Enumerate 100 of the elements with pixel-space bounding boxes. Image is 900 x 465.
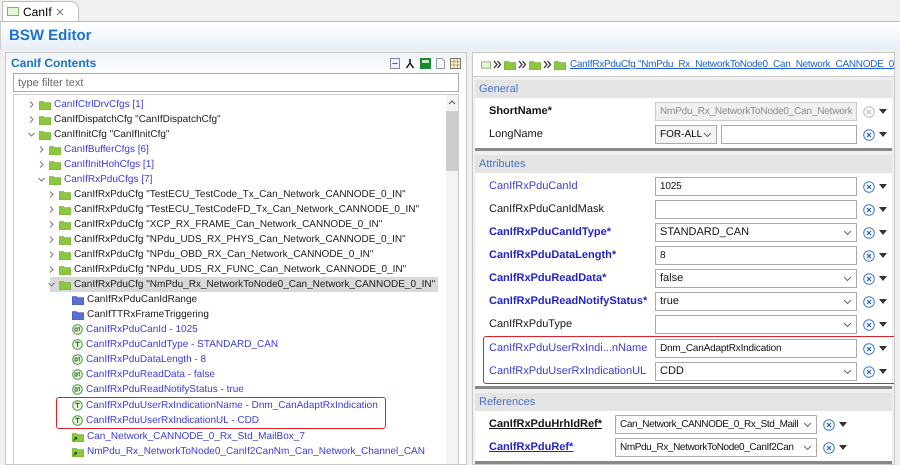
tree-item[interactable]: CanIfDispatchCfg "CanIfDispatchCfg" [30, 112, 224, 127]
chevron-icon[interactable] [47, 205, 56, 214]
tree-item[interactable]: CanIfCtrlDrvCfgs [1] [30, 97, 146, 112]
text-field[interactable]: 8 [655, 246, 857, 265]
parameter-icon [72, 339, 83, 350]
editor-tab[interactable]: CanIf [2, 1, 79, 21]
dropdown-arrow-icon[interactable] [879, 184, 887, 189]
chevron-icon[interactable] [37, 145, 46, 154]
tree-item[interactable]: CanIfRxPduCfg "XCP_RX_FRAME_Can_Network_CANNODE_0_IN" [50, 217, 386, 232]
section-header: General [475, 80, 892, 98]
clear-icon[interactable] [863, 128, 875, 140]
tree-item[interactable]: CanIfRxPduCanId - 1025 [60, 322, 201, 337]
tree-item[interactable]: CanIfRxPduUserRxIndicationName - Dnm_CanAdaptRxIndication [60, 398, 381, 413]
chevron-icon[interactable] [27, 100, 36, 109]
parameter-icon [72, 400, 83, 411]
editor-icon [481, 60, 491, 68]
language-dropdown[interactable]: FOR-ALL [655, 125, 717, 144]
tree-item[interactable]: CanIfRxPduCfgs [7] [40, 172, 156, 187]
dropdown-arrow-icon[interactable] [879, 369, 887, 374]
field-label: CanIfRxPduType [489, 317, 574, 332]
parameter-icon [72, 354, 83, 365]
text-field[interactable] [655, 200, 857, 219]
tree-item[interactable]: Can_Network_CANNODE_0_Rx_Std_MailBox_7 [60, 429, 308, 444]
chevron-icon[interactable] [37, 160, 46, 169]
dropdown-field[interactable]: CDD [655, 362, 857, 381]
clear-icon[interactable] [863, 318, 875, 330]
parameter-icon [72, 324, 83, 335]
folder-icon [39, 114, 51, 124]
chevron-icon[interactable] [47, 265, 56, 274]
tree-item[interactable]: CanIfRxPduCfg "NPdu_UDS_RX_PHYS_Can_Network_CANNODE_0_IN" [50, 232, 409, 247]
chevron-down-icon [803, 422, 812, 428]
dropdown-arrow-icon[interactable] [879, 230, 887, 235]
tree-item[interactable]: CanIfRxPduCfg "TestECU_TestCodeFD_Tx_Can_Network_CANNODE_0_IN" [50, 202, 422, 217]
text-field[interactable]: Dnm_CanAdaptRxIndication [655, 339, 857, 358]
tree-item[interactable]: CanIfRxPduDataLength - 8 [60, 352, 210, 367]
reference-icon [72, 432, 84, 442]
dropdown-arrow-icon[interactable] [879, 253, 887, 258]
clear-icon[interactable] [863, 180, 875, 192]
dropdown-arrow-icon[interactable] [839, 445, 847, 450]
document-icon[interactable] [436, 58, 445, 68]
text-field[interactable] [721, 125, 857, 144]
clear-icon[interactable] [863, 250, 875, 262]
dropdown-arrow-icon[interactable] [839, 422, 847, 427]
chevron-icon[interactable] [37, 175, 46, 184]
tree-item[interactable]: CanIfRxPduCfg "NmPdu_Rx_NetworkToNode0_Can_Network_CANNODE_0_IN" [50, 277, 438, 292]
scroll-thumb[interactable] [446, 111, 458, 171]
dropdown-arrow-icon[interactable] [879, 109, 887, 114]
clear-icon[interactable] [863, 272, 875, 284]
module-icon[interactable] [420, 58, 431, 68]
field-label: CanIfRxPduCanIdMask [489, 202, 605, 218]
tree-item[interactable]: CanIfTTRxFrameTriggering [60, 307, 212, 322]
chevron-icon[interactable] [27, 130, 36, 139]
text-field[interactable]: 1025 [655, 177, 857, 196]
scrollbar[interactable] [446, 95, 458, 464]
filter-field[interactable]: type filter text [13, 73, 459, 92]
field-label[interactable]: CanIfRxPduHrhIdRef* [489, 416, 615, 433]
dropdown-arrow-icon[interactable] [879, 132, 887, 137]
section-header: References [475, 393, 892, 411]
dropdown-field[interactable]: Can_Network_CANNODE_0_Rx_Std_Maill [615, 415, 817, 434]
tree-item[interactable]: CanIfInitHohCfgs [1] [40, 157, 158, 172]
close-icon[interactable] [56, 8, 64, 16]
branch-icon[interactable] [405, 58, 415, 68]
chevron-icon[interactable] [47, 280, 56, 289]
tree-item[interactable]: CanIfRxPduReadData - false [60, 367, 218, 382]
clear-icon[interactable] [863, 342, 875, 354]
clear-icon[interactable] [823, 418, 835, 430]
tree-item[interactable]: CanIfRxPduCanIdRange [60, 292, 200, 307]
tree-item[interactable]: CanIfRxPduReadNotifyStatus - true [60, 382, 247, 397]
table-icon[interactable] [450, 58, 461, 68]
field-label[interactable]: CanIfRxPduRef* [489, 439, 615, 456]
dropdown-field[interactable]: true [655, 292, 857, 311]
clear-icon[interactable] [863, 366, 875, 378]
dropdown-field[interactable] [655, 315, 857, 334]
chevron-icon[interactable] [47, 220, 56, 229]
clear-icon[interactable] [863, 296, 875, 308]
tree-item[interactable]: CanIfRxPduUserRxIndicationUL - CDD [60, 413, 262, 428]
tree-item[interactable]: CanIfRxPduCanIdType - STANDARD_CAN [60, 337, 282, 352]
chevron-icon[interactable] [47, 250, 56, 259]
chevron-icon[interactable] [27, 115, 36, 124]
tree-item[interactable]: CanIfRxPduCfg "NPdu_UDS_RX_FUNC_Can_Network_CANNODE_0_IN" [50, 262, 410, 277]
dropdown-field[interactable]: STANDARD_CAN [655, 223, 857, 242]
chevron-icon[interactable] [47, 190, 56, 199]
tree-item[interactable]: CanIfInitCfg "CanIfInitCfg" [30, 127, 172, 142]
dropdown-arrow-icon[interactable] [879, 346, 887, 351]
tree-item[interactable]: CanIfBufferCfgs [6] [40, 142, 152, 157]
chevron-icon[interactable] [47, 235, 56, 244]
clear-icon[interactable] [863, 226, 875, 238]
dropdown-arrow-icon[interactable] [879, 276, 887, 281]
tree-item[interactable]: NmPdu_Rx_NetworkToNode0_CanIf2CanNm_Can_Network_Channel_CAN [60, 444, 428, 459]
dropdown-arrow-icon[interactable] [879, 207, 887, 212]
dropdown-arrow-icon[interactable] [879, 322, 887, 327]
dropdown-field[interactable]: false [655, 269, 857, 288]
collapse-icon[interactable] [390, 58, 400, 68]
clear-icon[interactable] [863, 204, 875, 216]
clear-icon[interactable] [823, 442, 835, 454]
tree-item[interactable]: CanIfRxPduCfg "NPdu_OBD_RX_Can_Network_CANNODE_0_IN" [50, 247, 376, 262]
folder-icon [49, 144, 61, 154]
tree-item[interactable]: CanIfRxPduCfg "TestECU_TestCode_Tx_Can_Network_CANNODE_0_IN" [50, 187, 409, 202]
dropdown-arrow-icon[interactable] [879, 299, 887, 304]
dropdown-field[interactable]: NmPdu_Rx_NetworkToNode0_CanIf2Can [615, 438, 817, 457]
